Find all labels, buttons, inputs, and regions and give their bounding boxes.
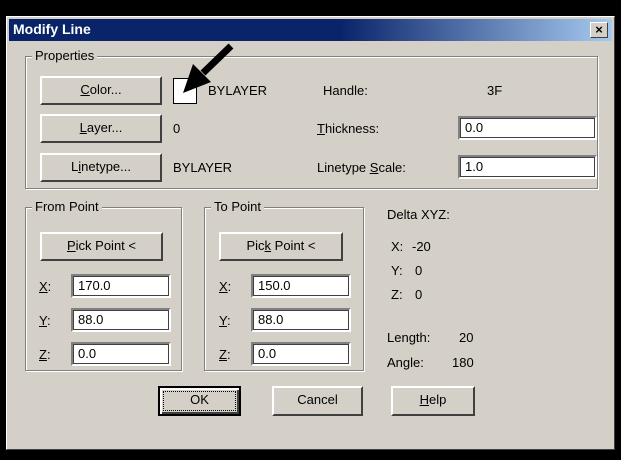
delta-x-value: -20 <box>412 239 431 254</box>
angle-label: Angle: <box>387 355 424 370</box>
from-x-mnemonic: X <box>39 279 48 294</box>
ok-button[interactable]: OK <box>158 386 241 416</box>
to-x-field[interactable]: 150.0 <box>251 274 351 298</box>
from-y-mnemonic: Y <box>39 313 47 328</box>
dialog-title: Modify Line <box>13 21 91 37</box>
delta-x-label: X: <box>391 239 404 254</box>
length-label: Length: <box>387 330 431 345</box>
from-pick-label: ick Point < <box>75 238 136 253</box>
layer-button[interactable]: Layer... <box>40 114 162 143</box>
close-button[interactable]: × <box>590 22 608 38</box>
color-swatch[interactable] <box>173 78 197 104</box>
help-label: elp <box>429 392 447 407</box>
to-pick-point-button[interactable]: Pick Point < <box>219 232 343 261</box>
to-z-label: Z: <box>219 347 231 362</box>
from-x-field[interactable]: 170.0 <box>71 274 171 298</box>
from-pick-mnemonic: P <box>66 238 76 253</box>
handle-value: 3F <box>487 83 503 98</box>
to-x-colon: : <box>227 279 232 294</box>
to-point-legend: To Point <box>211 199 264 214</box>
thickness-label-text: hickness: <box>324 121 380 136</box>
color-button-mnemonic: C <box>80 82 90 97</box>
cancel-button[interactable]: Cancel <box>272 386 363 416</box>
linetype-scale-field[interactable]: 1.0 <box>458 155 597 179</box>
to-y-mnemonic: Y <box>219 313 227 328</box>
thickness-mnemonic: T <box>317 121 325 136</box>
modify-line-dialog: Modify Line × Properties Color... BYLAYE… <box>6 16 615 450</box>
color-value: BYLAYER <box>208 83 268 98</box>
to-x-label: X: <box>219 279 231 294</box>
to-pick-label-pre: Pic <box>246 238 265 253</box>
from-z-colon: : <box>46 347 51 362</box>
to-x-mnemonic: X <box>219 279 228 294</box>
from-z-mnemonic: Z <box>39 347 47 362</box>
to-y-colon: : <box>226 313 231 328</box>
thickness-field[interactable]: 0.0 <box>458 116 597 140</box>
linetype-scale-label-pre: Linetype <box>317 160 370 175</box>
title-bar: Modify Line × <box>9 19 612 41</box>
from-point-legend: From Point <box>32 199 102 214</box>
linetype-button-label: netype... <box>81 159 131 174</box>
linetype-scale-label: Linetype Scale: <box>317 160 406 175</box>
delta-z-value: 0 <box>415 287 423 302</box>
from-pick-point-button[interactable]: Pick Point < <box>40 232 163 261</box>
to-z-colon: : <box>226 347 231 362</box>
delta-y-value: 0 <box>415 263 423 278</box>
color-button[interactable]: Color... <box>40 76 162 105</box>
to-z-mnemonic: Z <box>219 347 227 362</box>
thickness-label: Thickness: <box>317 121 379 136</box>
delta-z-label: Z: <box>391 287 403 302</box>
to-z-field[interactable]: 0.0 <box>251 342 351 366</box>
delta-y-label: Y: <box>391 263 403 278</box>
color-button-label: olor... <box>89 82 122 97</box>
from-x-label: X: <box>39 279 51 294</box>
layer-button-label: ayer... <box>86 120 123 135</box>
from-y-label: Y: <box>39 313 51 328</box>
from-z-field[interactable]: 0.0 <box>71 342 171 366</box>
delta-heading: Delta XYZ: <box>387 207 450 222</box>
linetype-button[interactable]: Linetype... <box>40 153 162 182</box>
from-z-label: Z: <box>39 347 51 362</box>
from-y-field[interactable]: 88.0 <box>71 308 171 332</box>
layer-value: 0 <box>173 121 181 136</box>
from-x-colon: : <box>47 279 52 294</box>
to-pick-label: Point < <box>271 238 316 253</box>
linetype-scale-label-post: cale: <box>378 160 406 175</box>
properties-legend: Properties <box>32 48 98 63</box>
length-value: 20 <box>459 330 474 345</box>
layer-button-mnemonic: L <box>79 120 87 135</box>
angle-value: 180 <box>452 355 474 370</box>
close-icon: × <box>595 22 603 37</box>
linetype-value: BYLAYER <box>173 160 233 175</box>
help-button[interactable]: Help <box>391 386 475 416</box>
to-y-label: Y: <box>219 313 231 328</box>
help-mnemonic: H <box>419 392 430 407</box>
from-y-colon: : <box>46 313 51 328</box>
handle-label: Handle: <box>323 83 368 98</box>
to-y-field[interactable]: 88.0 <box>251 308 351 332</box>
